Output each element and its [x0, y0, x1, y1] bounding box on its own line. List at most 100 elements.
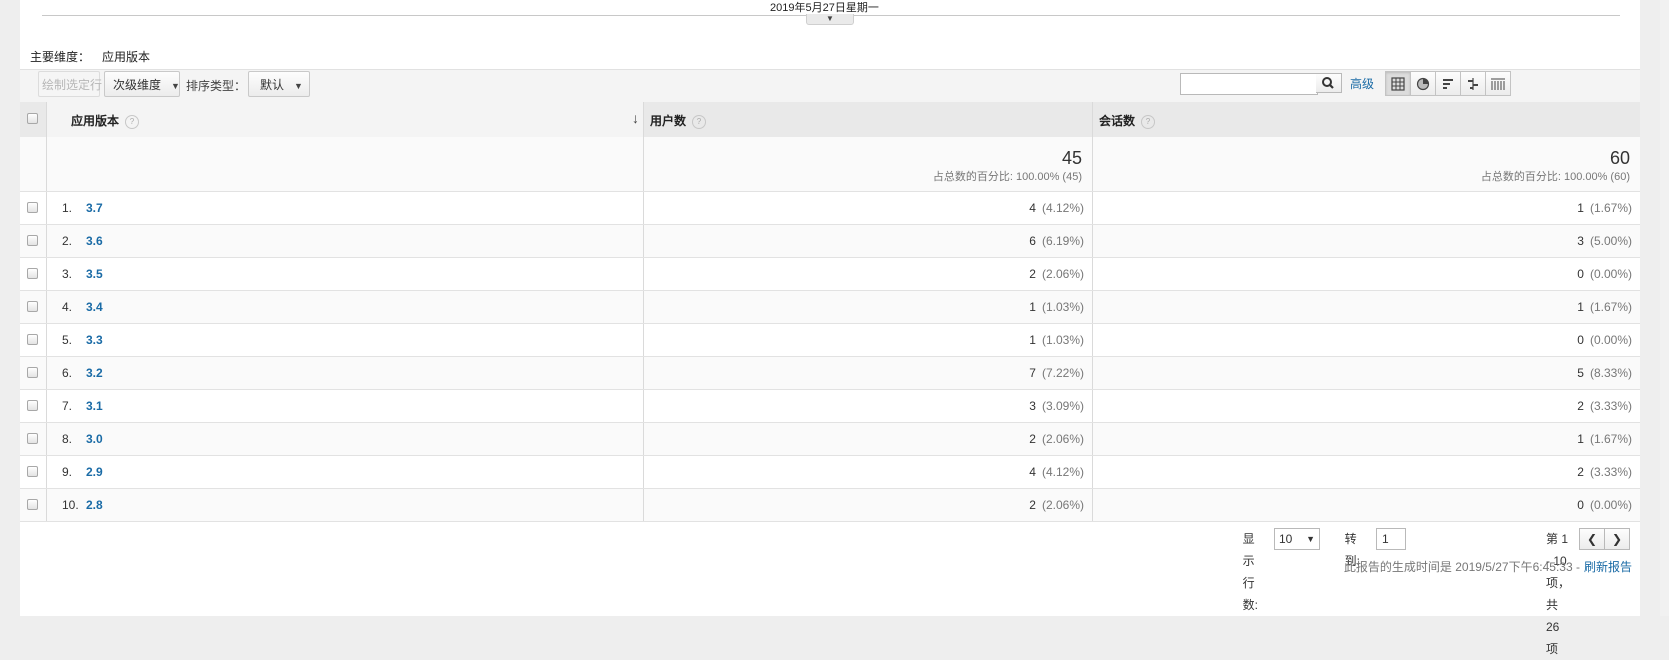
report-generated-text: 此报告的生成时间是 2019/5/27下午6:45:33 - — [1343, 560, 1580, 574]
row-rank: 10. — [62, 498, 79, 512]
row-users-cell: 1 (1.03%) — [644, 324, 1093, 356]
previous-page-button[interactable]: ❮ — [1579, 528, 1605, 550]
row-checkbox[interactable] — [27, 235, 38, 246]
secondary-dimension-dropdown[interactable]: 次级维度 ▼ — [104, 71, 180, 97]
row-rank: 3. — [62, 267, 73, 281]
timeline-date-label: 2019年5月27日星期一 — [770, 2, 879, 14]
sort-type-dropdown[interactable]: 默认 ▼ — [248, 71, 310, 97]
row-checkbox[interactable] — [27, 499, 38, 510]
table-view-button[interactable] — [1385, 71, 1411, 96]
table-search-input[interactable] — [1180, 73, 1318, 95]
rows-per-page-label: 显示行数: — [1242, 532, 1259, 612]
row-version-link[interactable]: 2.8 — [86, 498, 103, 512]
primary-dimension-value[interactable]: 应用版本 — [102, 50, 150, 64]
view-switcher — [1385, 71, 1511, 96]
row-checkbox[interactable] — [27, 466, 38, 477]
pivot-view-button[interactable] — [1485, 71, 1511, 96]
row-checkbox[interactable] — [27, 202, 38, 213]
table-toolbar: 绘制选定行 次级维度 ▼ 排序类型： 默认 ▼ 高级 — [20, 69, 1640, 103]
refresh-report-link[interactable]: 刷新报告 — [1584, 560, 1632, 574]
comparison-view-button[interactable] — [1460, 71, 1486, 96]
row-dimension-cell: 6. 3.2 — [47, 357, 644, 389]
pie-chart-icon — [1416, 77, 1430, 90]
total-users-percent: 占总数的百分比: 100.00% (45) — [932, 171, 1082, 183]
row-users-cell: 3 (3.09%) — [644, 390, 1093, 422]
row-rank: 7. — [62, 399, 73, 413]
row-version-link[interactable]: 3.4 — [86, 300, 103, 314]
row-version-link[interactable]: 3.2 — [86, 366, 103, 380]
row-users-cell: 2 (2.06%) — [644, 489, 1093, 521]
row-users-value: 3 — [1029, 399, 1036, 413]
row-dimension-cell: 10. 2.8 — [47, 489, 644, 521]
row-users-cell: 2 (2.06%) — [644, 423, 1093, 455]
row-version-link[interactable]: 2.9 — [86, 465, 103, 479]
table-row: 4. 3.4 1 (1.03%) 1 (1.67%) — [20, 291, 1640, 324]
row-version-link[interactable]: 3.1 — [86, 399, 103, 413]
row-checkbox[interactable] — [27, 433, 38, 444]
page-scrollbar[interactable] — [1660, 0, 1669, 616]
grid-icon — [1391, 76, 1405, 91]
row-users-value: 2 — [1029, 267, 1036, 281]
rows-per-page-select[interactable]: 10 ▼ — [1274, 528, 1320, 550]
row-rank: 9. — [62, 465, 73, 479]
row-version-link[interactable]: 3.6 — [86, 234, 103, 248]
row-sessions-cell: 0 (0.00%) — [1093, 258, 1640, 290]
row-users-cell: 4 (4.12%) — [644, 456, 1093, 488]
header-users-cell[interactable]: 用户数? — [644, 102, 1093, 137]
totals-sessions-cell: 60 占总数的百分比: 100.00% (60) — [1093, 137, 1640, 191]
row-sessions-cell: 0 (0.00%) — [1093, 489, 1640, 521]
page-nav: ❮ ❯ — [1579, 528, 1630, 550]
row-checkbox[interactable] — [27, 334, 38, 345]
row-version-link[interactable]: 3.7 — [86, 201, 103, 215]
row-sessions-percent: (8.33%) — [1589, 366, 1632, 380]
chevron-down-icon[interactable]: ▼ — [806, 14, 854, 25]
table-row: 5. 3.3 1 (1.03%) 0 (0.00%) — [20, 324, 1640, 357]
row-sessions-percent: (3.33%) — [1589, 465, 1632, 479]
row-checkbox[interactable] — [27, 400, 38, 411]
goto-page-input[interactable]: 1 — [1376, 528, 1406, 550]
row-sessions-cell: 5 (8.33%) — [1093, 357, 1640, 389]
row-checkbox-cell — [20, 489, 47, 521]
header-dimension-cell[interactable]: 应用版本? ↓ — [47, 102, 644, 137]
rows-per-page-value: 10 — [1279, 532, 1293, 546]
row-checkbox[interactable] — [27, 268, 38, 279]
row-sessions-value: 0 — [1577, 498, 1584, 512]
header-checkbox-cell — [20, 102, 47, 137]
row-sessions-cell: 1 (1.67%) — [1093, 423, 1640, 455]
row-rank: 5. — [62, 333, 73, 347]
row-checkbox-cell — [20, 192, 47, 224]
row-sessions-value: 5 — [1577, 366, 1584, 380]
help-icon[interactable]: ? — [692, 114, 707, 129]
row-users-percent: (2.06%) — [1041, 267, 1084, 281]
advanced-filter-link[interactable]: 高级 — [1350, 76, 1374, 92]
caret-down-icon: ▼ — [1306, 534, 1315, 544]
report-panel: 2019年5月27日星期一 ▼ 主要维度： 应用版本 绘制选定行 次级维度 ▼ 排序… — [20, 0, 1640, 656]
row-dimension-cell: 2. 3.6 — [47, 225, 644, 257]
row-version-link[interactable]: 3.5 — [86, 267, 103, 281]
table-row: 2. 3.6 6 (6.19%) 3 (5.00%) — [20, 225, 1640, 258]
row-sessions-percent: (3.33%) — [1589, 399, 1632, 413]
performance-view-button[interactable] — [1435, 71, 1461, 96]
search-button[interactable] — [1316, 73, 1342, 93]
plot-rows-button[interactable]: 绘制选定行 — [38, 71, 102, 97]
row-sessions-value: 3 — [1577, 234, 1584, 248]
caret-down-icon: ▼ — [294, 81, 303, 91]
row-users-cell: 2 (2.06%) — [644, 258, 1093, 290]
row-checkbox-cell — [20, 423, 47, 455]
header-sessions-cell[interactable]: 会话数? — [1093, 102, 1640, 137]
next-page-button[interactable]: ❯ — [1604, 528, 1630, 550]
row-sessions-percent: (1.67%) — [1589, 201, 1632, 215]
header-dimension-label: 应用版本 — [71, 114, 120, 128]
row-users-percent: (7.22%) — [1041, 366, 1084, 380]
row-sessions-value: 2 — [1577, 465, 1584, 479]
row-version-link[interactable]: 3.0 — [86, 432, 103, 446]
row-version-link[interactable]: 3.3 — [86, 333, 103, 347]
help-icon[interactable]: ? — [1141, 114, 1156, 129]
row-checkbox[interactable] — [27, 367, 38, 378]
row-checkbox-cell — [20, 456, 47, 488]
help-icon[interactable]: ? — [125, 114, 140, 129]
pie-view-button[interactable] — [1410, 71, 1436, 96]
row-checkbox[interactable] — [27, 301, 38, 312]
row-dimension-cell: 1. 3.7 — [47, 192, 644, 224]
select-all-checkbox[interactable] — [27, 113, 38, 124]
